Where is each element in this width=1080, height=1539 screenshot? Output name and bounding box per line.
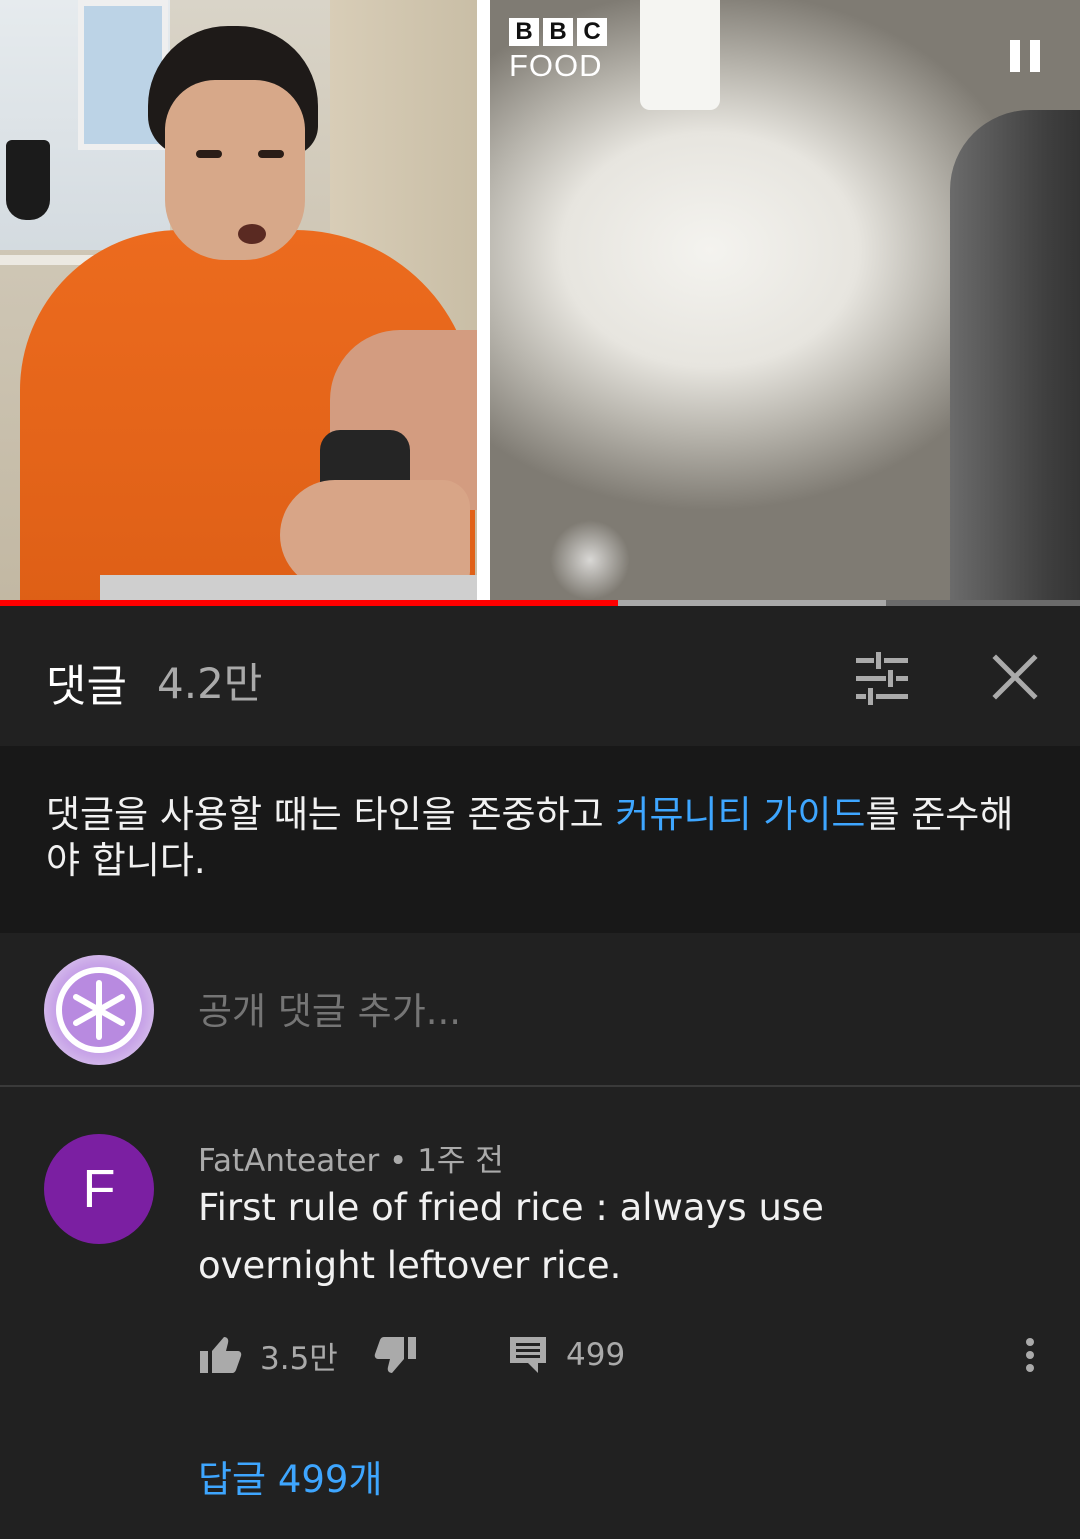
logo-food-text: FOOD — [509, 48, 603, 83]
add-comment-input[interactable] — [198, 985, 1038, 1037]
video-player[interactable]: B B C FOOD — [0, 0, 1080, 606]
thumbs-up-icon — [200, 1337, 242, 1373]
notice-text-before: 댓글을 사용할 때는 타인을 존중하고 — [46, 793, 616, 836]
comments-header: 댓글 4.2만 — [0, 606, 1080, 746]
author-avatar[interactable]: F — [44, 1134, 154, 1244]
bbc-food-logo: B B C FOOD — [509, 18, 609, 88]
add-comment-row — [0, 933, 1080, 1087]
reply-button[interactable]: 499 — [508, 1329, 625, 1381]
like-count: 3.5만 — [260, 1340, 338, 1377]
comment-icon — [510, 1337, 546, 1373]
comment-text: First rule of fried rice : always use ov… — [198, 1186, 824, 1287]
comments-count: 4.2만 — [157, 659, 263, 708]
like-button[interactable]: 3.5만 — [198, 1329, 338, 1381]
dislike-button[interactable] — [374, 1329, 418, 1381]
thumbs-down-icon — [374, 1337, 416, 1373]
community-guidelines-notice: 댓글을 사용할 때는 타인을 존중하고 커뮤니티 가이드를 준수해야 합니다. — [0, 746, 1080, 933]
more-vertical-icon[interactable] — [1016, 1333, 1044, 1377]
logo-letter: B — [543, 18, 573, 46]
community-guidelines-link[interactable]: 커뮤니티 가이드 — [615, 793, 865, 836]
reply-count: 499 — [566, 1337, 626, 1373]
sort-filter-icon[interactable] — [852, 650, 912, 706]
logo-letter: C — [577, 18, 607, 46]
pause-icon[interactable] — [1008, 40, 1042, 72]
avatar — [44, 955, 154, 1065]
video-frame-right — [490, 0, 1080, 600]
logo-letter: B — [509, 18, 539, 46]
comment-time: 1주 전 — [417, 1143, 504, 1179]
view-replies-link[interactable]: 답글 499개 — [198, 1449, 383, 1503]
comments-title: 댓글 — [46, 661, 127, 712]
comment-actions: 3.5만 499 — [198, 1329, 1058, 1381]
close-icon[interactable] — [988, 650, 1042, 704]
comment-author[interactable]: FatAnteater — [198, 1143, 379, 1179]
comment-meta: FatAnteater • 1주 전 — [198, 1135, 504, 1180]
video-split-divider — [477, 0, 490, 600]
comment-item: F FatAnteater • 1주 전 First rule of fried… — [0, 1089, 1080, 1539]
notice-text: 댓글을 사용할 때는 타인을 존중하고 커뮤니티 가이드를 준수해야 합니다. — [46, 792, 1046, 884]
meta-separator: • — [379, 1143, 418, 1179]
video-frame-left — [0, 0, 477, 600]
